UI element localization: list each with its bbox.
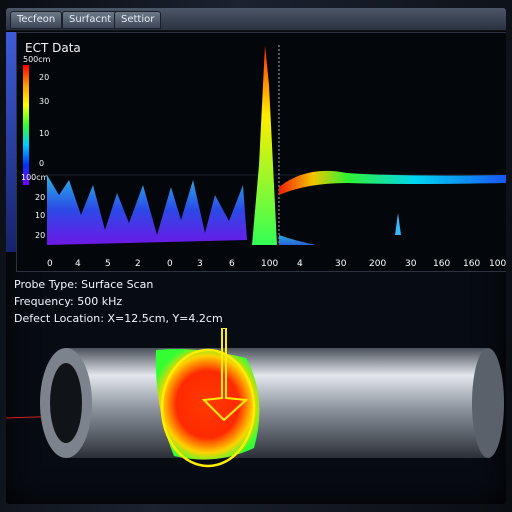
- x-tick: 4: [75, 259, 81, 269]
- x-tick: 4: [297, 259, 303, 269]
- ect-signal-plot: [47, 45, 506, 245]
- pipe-far-end: [472, 348, 504, 458]
- x-tick: 30: [405, 259, 417, 269]
- x-tick: 160: [433, 259, 451, 269]
- right-signal-lower: [279, 235, 317, 245]
- x-tick: 6: [229, 259, 235, 269]
- x-tick: 5: [105, 259, 111, 269]
- right-signal-upper: [279, 170, 506, 195]
- colorbar-tick: 0: [39, 159, 45, 168]
- probe-info: Probe Type: Surface Scan Frequency: 500 …: [14, 276, 223, 327]
- x-tick: 2: [135, 259, 141, 269]
- pipe-bore: [50, 363, 82, 443]
- y-tick: 20: [35, 193, 46, 202]
- tool-strip[interactable]: [6, 32, 16, 252]
- tab-settings[interactable]: Settior: [114, 11, 162, 29]
- center-peak: [252, 45, 277, 245]
- app-screen: Tecfeon Surfacnt Settior ECT Data 500cm …: [6, 8, 506, 504]
- probe-type-text: Probe Type: Surface Scan: [14, 278, 154, 291]
- y-tick: 20: [35, 231, 46, 240]
- x-tick: 0: [167, 259, 173, 269]
- tab-surface[interactable]: Surfacnt: [62, 11, 119, 29]
- x-tick: 0: [47, 259, 53, 269]
- tab-technique[interactable]: Tecfeon: [10, 11, 63, 29]
- tab-bar: Tecfeon Surfacnt Settior: [6, 8, 506, 31]
- color-scale-bar: [23, 65, 29, 185]
- x-tick: 160: [463, 259, 481, 269]
- y-tick: 10: [35, 211, 46, 220]
- right-spike: [395, 213, 401, 235]
- x-tick: 100: [489, 259, 506, 269]
- left-signal-mass: [47, 175, 247, 245]
- x-tick: 100: [261, 259, 279, 269]
- ect-plot-panel: ECT Data 500cm 20 30 10 0 100cm 20 10 20: [16, 32, 506, 272]
- frequency-text: Frequency: 500 kHz: [14, 295, 123, 308]
- x-tick: 30: [335, 259, 347, 269]
- pipe-body: [66, 348, 496, 458]
- x-tick: 200: [369, 259, 387, 269]
- pipe-3d-view: [6, 328, 504, 468]
- x-tick: 3: [197, 259, 203, 269]
- colorbar-bottom-label: 100cm: [21, 173, 49, 182]
- defect-location-text: Defect Location: X=12.5cm, Y=4.2cm: [14, 312, 223, 325]
